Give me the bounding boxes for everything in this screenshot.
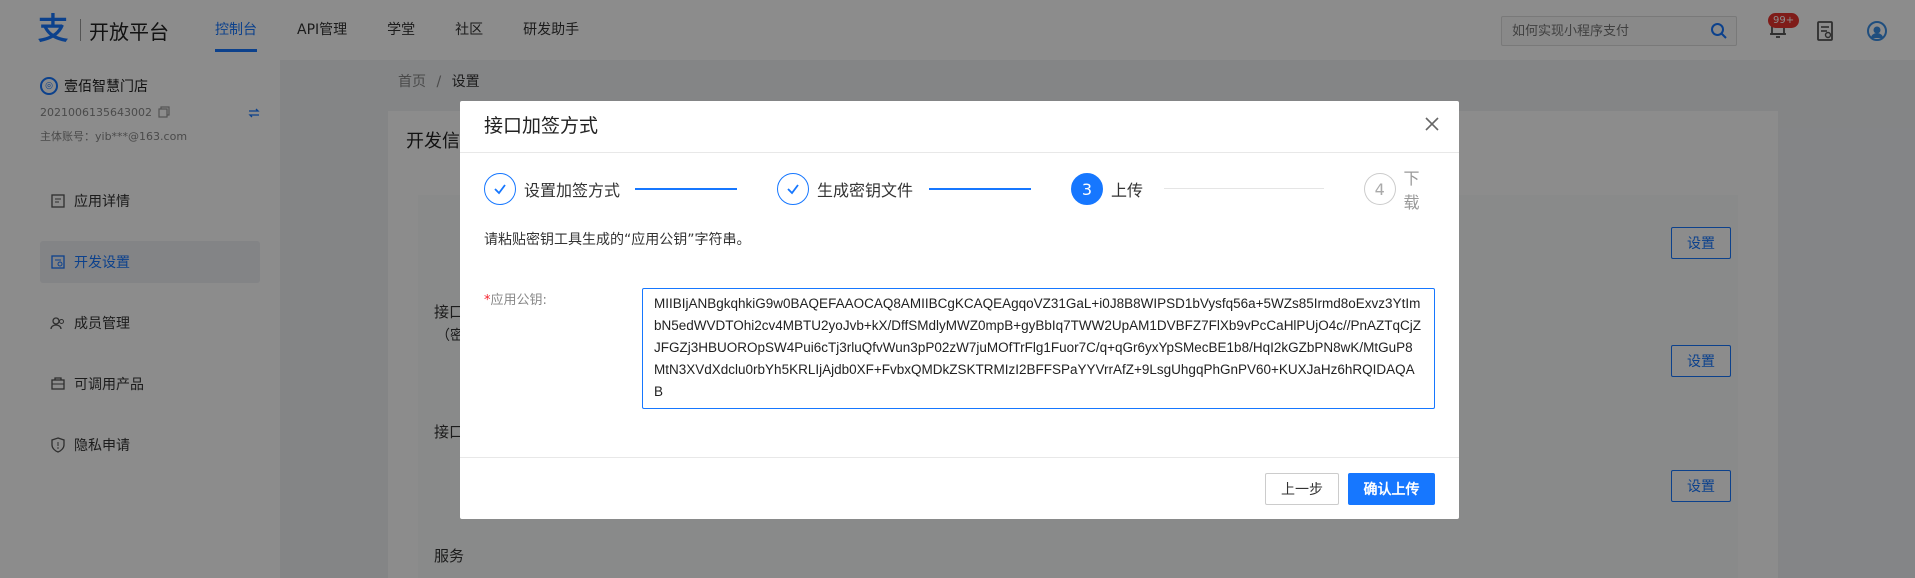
- step-2: 生成密钥文件: [777, 173, 913, 205]
- steps: 设置加签方式 生成密钥文件 3 上传 4 下载: [484, 169, 1435, 212]
- step-label: 上传: [1111, 181, 1144, 200]
- step-label: 下载: [1403, 169, 1420, 212]
- step-connector: [1164, 188, 1324, 189]
- modal-footer-divider: [460, 457, 1459, 458]
- sign-method-modal: 接口加签方式 设置加签方式 生成密钥文件 3 上传 4 下载 请粘贴密钥工具生成…: [460, 101, 1459, 519]
- step-connector: [635, 188, 737, 190]
- close-icon[interactable]: [1423, 115, 1441, 133]
- check-icon: [777, 173, 809, 205]
- confirm-upload-button[interactable]: 确认上传: [1348, 473, 1435, 505]
- public-key-label-text: 应用公钥:: [490, 293, 547, 308]
- prev-step-button[interactable]: 上一步: [1265, 473, 1339, 505]
- step-number: 3: [1071, 173, 1103, 205]
- step-connector: [929, 188, 1031, 190]
- public-key-textarea[interactable]: MIIBIjANBgkqhkiG9w0BAQEFAAOCAQ8AMIIBCgKC…: [642, 288, 1435, 409]
- modal-header-divider: [460, 152, 1459, 153]
- step-3: 3 上传: [1071, 173, 1143, 205]
- public-key-label: *应用公钥:: [484, 289, 547, 308]
- step-1: 设置加签方式: [484, 173, 620, 205]
- step-4: 4 下载: [1364, 169, 1435, 212]
- step-label: 生成密钥文件: [817, 181, 914, 200]
- check-icon: [484, 173, 516, 205]
- instruction-text: 请粘贴密钥工具生成的“应用公钥”字符串。: [484, 232, 751, 248]
- step-label: 设置加签方式: [524, 181, 621, 200]
- step-number: 4: [1364, 173, 1396, 205]
- modal-title: 接口加签方式: [484, 115, 599, 137]
